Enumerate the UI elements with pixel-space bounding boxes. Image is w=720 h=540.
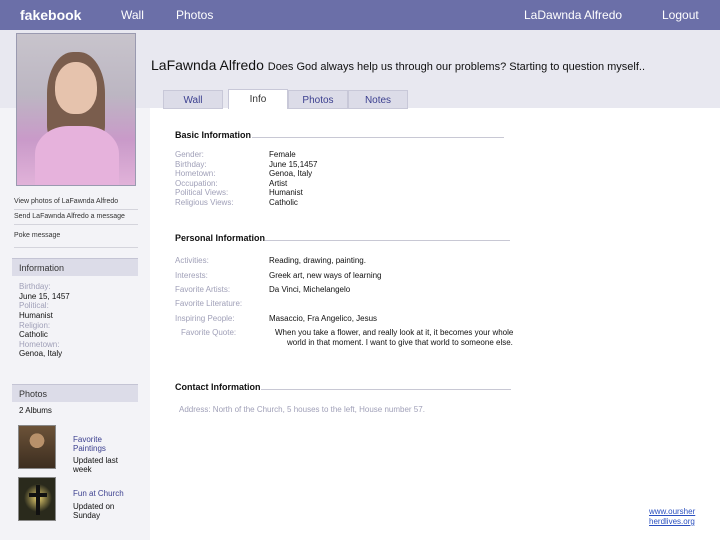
top-nav-bar: fakebook Wall Photos LaDawnda Alfredo Lo… (0, 0, 720, 30)
hometown-value: Genoa, Italy (19, 349, 63, 358)
gender-value: Female (269, 150, 296, 159)
tab-photos[interactable]: Photos (288, 90, 348, 109)
information-header: Information (12, 258, 138, 276)
activities-value: Reading, drawing, painting. (269, 256, 366, 265)
nav-photos-link[interactable]: Photos (176, 8, 213, 22)
profile-name-status: LaFawnda Alfredo Does God always help us… (151, 57, 645, 73)
contact-info-title: Contact Information (175, 382, 261, 392)
occupation-value: Artist (269, 179, 288, 188)
photo-face (55, 62, 97, 114)
quote-line-1: When you take a flower, and really look … (275, 328, 514, 337)
album-title-paintings[interactable]: Favorite Paintings (73, 435, 133, 453)
poke-link[interactable]: Poke message (14, 232, 138, 248)
hometown-value-main: Genoa, Italy (269, 169, 313, 178)
cross-icon (24, 484, 52, 515)
tab-wall[interactable]: Wall (163, 90, 223, 109)
profile-photo[interactable] (16, 33, 136, 186)
footer-link-line-2: herdlives.org (649, 517, 695, 526)
personal-info-title: Personal Information (175, 233, 266, 243)
nav-wall-link[interactable]: Wall (121, 8, 144, 22)
basic-info-divider (252, 137, 504, 138)
political-label: Political: (19, 301, 49, 310)
gender-label: Gender: (175, 150, 204, 159)
quote-line-2: world in that moment. I want to give tha… (287, 338, 513, 347)
tab-notes[interactable]: Notes (348, 90, 408, 109)
nav-user-link[interactable]: LaDawnda Alfredo (524, 8, 622, 22)
album-updated-paintings: Updated last week (73, 456, 118, 474)
favorite-quote-label: Favorite Quote: (181, 328, 237, 337)
albums-count[interactable]: 2 Albums (19, 406, 52, 415)
religion-value: Catholic (19, 330, 48, 339)
contact-info-divider (261, 389, 511, 390)
occupation-label: Occupation: (175, 179, 218, 188)
photos-header: Photos (12, 384, 138, 402)
personal-info-divider (265, 240, 510, 241)
inspiring-people-label: Inspiring People: (175, 314, 235, 323)
tab-info[interactable]: Info (228, 89, 288, 109)
favorite-quote-value: When you take a flower, and really look … (275, 328, 525, 348)
album-title-church[interactable]: Fun at Church (73, 489, 133, 498)
political-views-label: Political Views: (175, 188, 229, 197)
fakebook-profile-page: fakebook Wall Photos LaDawnda Alfredo Lo… (0, 0, 720, 540)
favorite-literature-label: Favorite Literature: (175, 299, 243, 308)
political-views-value: Humanist (269, 188, 303, 197)
hometown-label-main: Hometown: (175, 169, 216, 178)
brand-logo[interactable]: fakebook (20, 7, 81, 23)
birthday-label: Birthday: (19, 282, 51, 291)
footer-link-line-1: www.oursher (649, 507, 696, 516)
logout-link[interactable]: Logout (662, 8, 699, 22)
view-photos-link[interactable]: View photos of LaFawnda Alfredo (14, 198, 138, 210)
activities-label: Activities: (175, 256, 209, 265)
religious-views-value: Catholic (269, 198, 298, 207)
birthday-value-main: June 15,1457 (269, 160, 318, 169)
inspiring-people-value: Masaccio, Fra Angelico, Jesus (269, 314, 378, 323)
favorite-artists-value: Da Vinci, Michelangelo (269, 285, 351, 294)
profile-name: LaFawnda Alfredo (151, 57, 264, 73)
birthday-value: June 15, 1457 (19, 292, 70, 301)
political-value: Humanist (19, 311, 53, 320)
interests-value: Greek art, new ways of learning (269, 271, 382, 280)
interests-label: Interests: (175, 271, 208, 280)
footer-website-link[interactable]: www.oursher herdlives.org (649, 507, 695, 527)
address-text: Address: North of the Church, 5 houses t… (179, 405, 425, 414)
religious-views-label: Religious Views: (175, 198, 234, 207)
favorite-artists-label: Favorite Artists: (175, 285, 231, 294)
photo-shirt (35, 126, 119, 185)
hometown-label: Hometown: (19, 340, 60, 349)
album-thumb-paintings[interactable] (18, 425, 56, 469)
album-updated-church: Updated on Sunday (73, 502, 115, 520)
religion-label: Religion: (19, 321, 51, 330)
birthday-label-main: Birthday: (175, 160, 207, 169)
basic-info-title: Basic Information (175, 130, 252, 140)
album-thumb-church[interactable] (18, 477, 56, 521)
status-text: Does God always help us through our prob… (267, 61, 646, 73)
send-message-link[interactable]: Send LaFawnda Alfredo a message (14, 213, 138, 225)
